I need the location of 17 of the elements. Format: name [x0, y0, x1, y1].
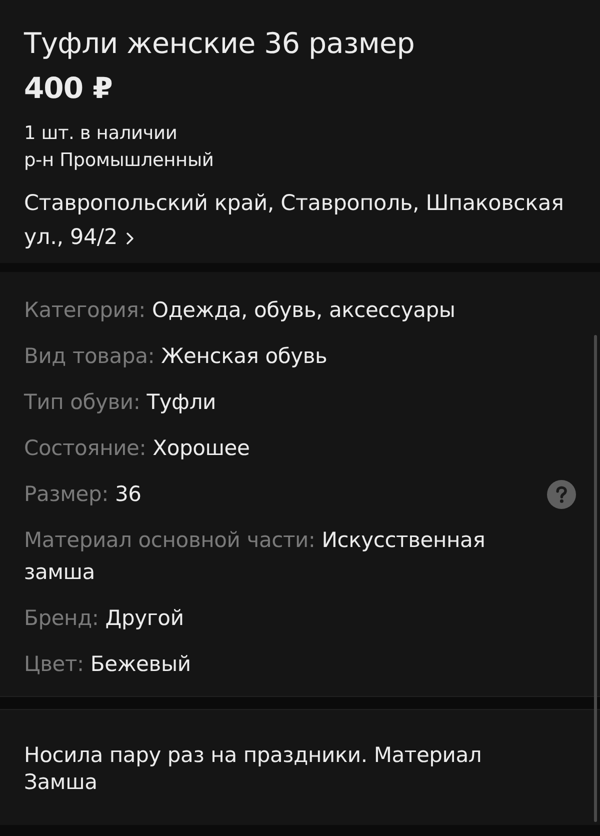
stock-text: 1 шт. в наличии	[24, 122, 178, 146]
parameter-text: Категория: Одежда, обувь, аксессуары	[24, 297, 456, 324]
district-text: р-н Промышленный	[24, 149, 214, 173]
parameter-text: Состояние: Хорошее	[24, 435, 250, 462]
help-icon[interactable]	[547, 480, 576, 508]
price: 400 ₽	[24, 70, 112, 106]
parameter-text: Вид товара: Женская обувь	[24, 343, 328, 370]
scrollbar[interactable]	[594, 335, 597, 822]
address-link[interactable]: Ставропольский край, Ставрополь, Шпаковская ул., 94/2	[24, 187, 572, 255]
parameter-text: Размер: 36	[24, 481, 142, 508]
parameter-text: Цвет: Бежевый	[24, 651, 191, 678]
chevron-right-icon	[126, 232, 134, 245]
parameter-text: Тип обуви: Туфли	[24, 389, 216, 416]
parameter-text: Материал основной части: Искусственная замша	[24, 527, 486, 586]
parameter-text: Бренд: Другой	[24, 605, 184, 632]
listing-title: Туфли женские 36 размер	[24, 26, 415, 62]
description-text: Носила пару раз на праздники. Материал Замша	[24, 742, 483, 796]
